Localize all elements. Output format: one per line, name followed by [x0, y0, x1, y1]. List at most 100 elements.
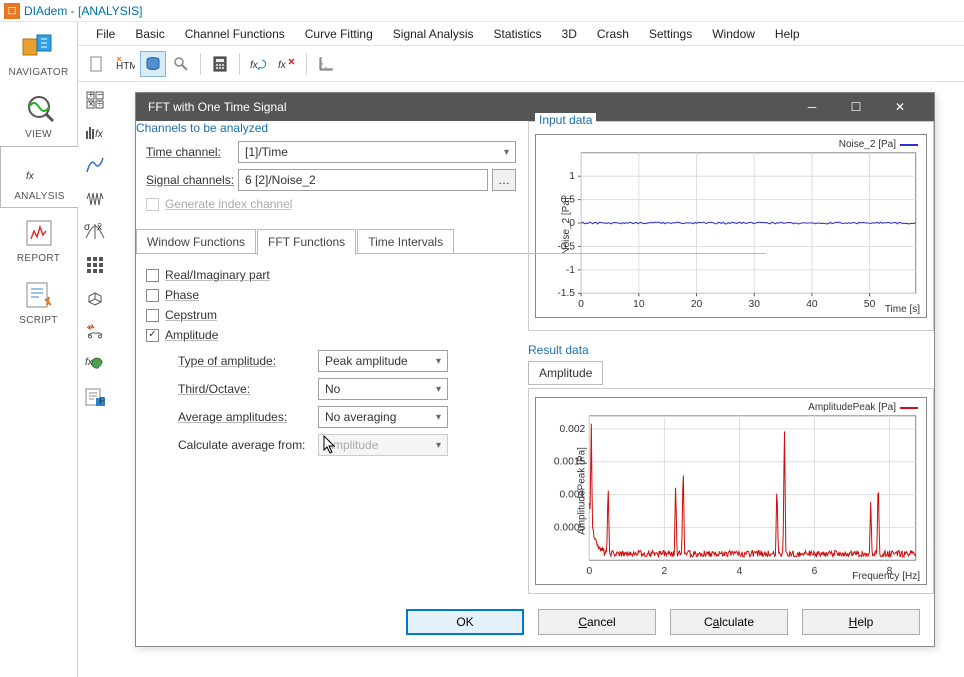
ok-button[interactable]: OK [406, 609, 524, 635]
dialog-footer: OK Cancel Calculate Help [136, 598, 934, 646]
svg-text:-1.5: -1.5 [557, 288, 575, 299]
side-curve-icon[interactable] [80, 151, 110, 181]
input-legend: Noise_2 [Pa] [839, 139, 918, 150]
input-xlabel: Time [s] [885, 304, 920, 315]
side-wave-icon[interactable] [80, 184, 110, 214]
generate-index-checkbox [146, 198, 159, 211]
cancel-button[interactable]: Cancel [538, 609, 656, 635]
real-imag-checkbox[interactable] [146, 269, 159, 282]
tool-calc-icon[interactable] [207, 51, 233, 77]
side-matrix-icon[interactable]: +−×÷ [80, 85, 110, 115]
chevron-down-icon: ▾ [504, 147, 509, 158]
close-button[interactable]: ✕ [878, 93, 922, 121]
chevron-down-icon: ▾ [436, 412, 441, 423]
third-octave-label: Third/Octave: [178, 382, 318, 396]
tool-htm-icon[interactable]: HTM [112, 51, 138, 77]
menu-settings[interactable]: Settings [639, 24, 702, 44]
menu-3d[interactable]: 3D [552, 24, 587, 44]
input-chart: -1.5-1-0.500.5101020304050 Noise_2 [Pa] … [535, 134, 927, 318]
menu-curve-fitting[interactable]: Curve Fitting [295, 24, 383, 44]
minimize-button[interactable]: ─ [790, 93, 834, 121]
svg-text:20: 20 [691, 299, 703, 310]
cepstrum-checkbox[interactable] [146, 309, 159, 322]
menu-crash[interactable]: Crash [587, 24, 639, 44]
real-imag-label: Real/Imaginary part [165, 268, 270, 282]
result-chart: 0.00050.0010.00150.00202468 AmplitudePea… [535, 397, 927, 585]
menu-window[interactable]: Window [702, 24, 765, 44]
menu-help[interactable]: Help [765, 24, 810, 44]
maximize-button[interactable]: ☐ [834, 93, 878, 121]
tool-fx-undo-icon[interactable]: fx [246, 51, 272, 77]
navigator-icon [17, 29, 61, 65]
signal-channels-input[interactable]: 6 [2]/Noise_2 [238, 169, 488, 191]
nav-script[interactable]: SCRIPT [0, 270, 77, 332]
svg-text:0: 0 [578, 299, 584, 310]
svg-text:40: 40 [806, 299, 818, 310]
result-ylabel: AmplitudePeak [Pa] [576, 447, 587, 535]
app-titlebar: ⬚ DIAdem - [ANALYSIS] [0, 0, 964, 22]
amplitude-checkbox[interactable] [146, 329, 159, 342]
menu-channel-functions[interactable]: Channel Functions [175, 24, 295, 44]
tab-fft-functions[interactable]: FFT Functions [257, 229, 356, 255]
input-data-label: Input data [535, 113, 596, 127]
tool-search-icon[interactable] [168, 51, 194, 77]
menu-statistics[interactable]: Statistics [484, 24, 552, 44]
tab-time-intervals[interactable]: Time Intervals [357, 229, 454, 254]
nav-view[interactable]: VIEW [0, 84, 77, 146]
script-icon [17, 277, 61, 313]
phase-checkbox[interactable] [146, 289, 159, 302]
tool-data-icon[interactable] [140, 51, 166, 77]
svg-text:σ: σ [84, 222, 91, 233]
menu-file[interactable]: File [86, 24, 125, 44]
browse-button[interactable]: … [492, 169, 516, 191]
svg-text:6: 6 [812, 566, 818, 577]
signal-channels-label: Signal channels: [146, 173, 238, 187]
svg-text:-1: -1 [566, 265, 576, 276]
view-icon [17, 91, 61, 127]
result-legend: AmplitudePeak [Pa] [808, 402, 918, 413]
tool-new-icon[interactable] [84, 51, 110, 77]
chevron-down-icon: ▾ [436, 356, 441, 367]
side-stats-icon[interactable]: σ x̄ [80, 217, 110, 247]
svg-text:30: 30 [749, 299, 761, 310]
time-channel-label: Time channel: [146, 145, 238, 159]
side-toolbar: +−×÷ fx σ x̄ fx F [78, 82, 112, 677]
help-button[interactable]: Help [802, 609, 920, 635]
analysis-icon: fx [18, 153, 62, 189]
nav-analysis[interactable]: fx ANALYSIS [0, 146, 78, 208]
menu-signal-analysis[interactable]: Signal Analysis [383, 24, 484, 44]
tool-fx-delete-icon[interactable]: fx [274, 51, 300, 77]
result-xlabel: Frequency [Hz] [852, 571, 920, 582]
svg-text:4: 4 [737, 566, 743, 577]
report-icon [17, 215, 61, 251]
app-icon: ⬚ [4, 3, 20, 19]
nav-report[interactable]: REPORT [0, 208, 77, 270]
side-report-f-icon[interactable]: F [80, 382, 110, 412]
type-amplitude-select[interactable]: Peak amplitude▾ [318, 350, 448, 372]
side-bars-fx-icon[interactable]: fx [80, 118, 110, 148]
tool-ruler-icon[interactable] [313, 51, 339, 77]
result-tab-amplitude[interactable]: Amplitude [528, 361, 603, 385]
calculate-button[interactable]: Calculate [670, 609, 788, 635]
side-crash-icon[interactable] [80, 316, 110, 346]
side-3d-icon[interactable] [80, 283, 110, 313]
tab-window-functions[interactable]: Window Functions [136, 229, 256, 254]
app-title: DIAdem - [ANALYSIS] [24, 4, 142, 18]
third-octave-select[interactable]: No▾ [318, 378, 448, 400]
svg-text:fx: fx [278, 60, 287, 71]
svg-text:10: 10 [633, 299, 645, 310]
fft-dialog: FFT with One Time Signal ─ ☐ ✕ Channels … [135, 92, 935, 647]
calc-avg-label: Calculate average from: [178, 438, 318, 452]
side-grid-icon[interactable] [80, 250, 110, 280]
time-channel-select[interactable]: [1]/Time▾ [238, 141, 516, 163]
phase-label: Phase [165, 288, 199, 302]
menu-basic[interactable]: Basic [125, 24, 174, 44]
nav-navigator[interactable]: NAVIGATOR [0, 22, 77, 84]
chevron-down-icon: ▾ [436, 440, 441, 451]
generate-index-label: Generate index channel [165, 197, 292, 211]
svg-text:2: 2 [662, 566, 668, 577]
amplitude-label: Amplitude [165, 328, 218, 342]
svg-text:x̄: x̄ [97, 222, 102, 233]
avg-amplitudes-select[interactable]: No averaging▾ [318, 406, 448, 428]
side-fx-pie-icon[interactable]: fx [80, 349, 110, 379]
